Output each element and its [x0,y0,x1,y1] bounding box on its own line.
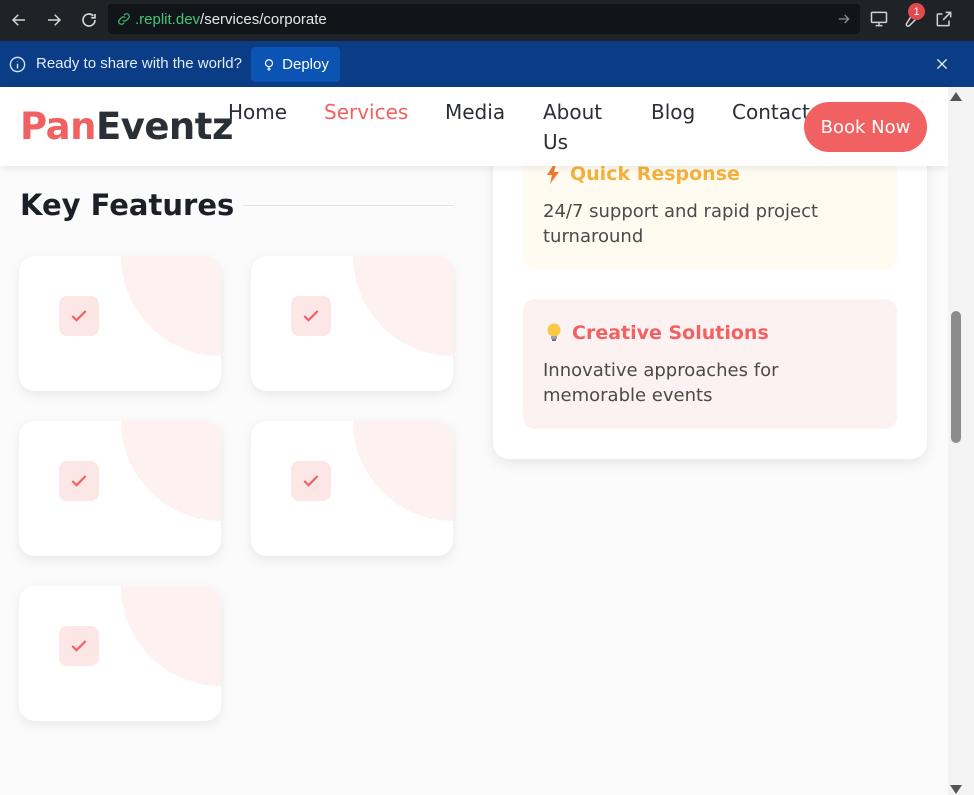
deploy-label: Deploy [282,56,329,73]
go-arrow-icon[interactable] [836,11,852,27]
nav-about-line1: About [543,100,603,124]
feature-description: 24/7 support and rapid project turnaroun… [543,201,819,247]
url-bar[interactable]: .replit.dev/services/corporate [108,4,860,34]
banner-message: Ready to share with the world? [36,55,242,72]
feature-title: Quick Response [570,163,740,185]
lightning-icon [547,164,559,184]
book-now-button[interactable]: Book Now [804,102,927,152]
key-feature-card [19,586,221,721]
nav-about-line2: Us [543,130,569,154]
scroll-up-icon[interactable] [950,92,962,101]
notification-badge: 1 [908,3,925,20]
page-content: Quick Response 24/7 support and rapid pr… [0,87,948,795]
feature-creative-solutions: Creative Solutions Innovative approaches… [523,299,897,429]
nav-media[interactable]: Media [445,97,505,127]
card-decoration [121,256,221,356]
nav-contact[interactable]: Contact [732,97,810,127]
check-icon [59,461,99,501]
url-path: /services/corporate [200,10,327,28]
card-decoration [121,421,221,521]
logo[interactable]: PanEventz [20,105,234,148]
nav-about-us[interactable]: About Us [543,97,602,157]
deploy-button[interactable]: Deploy [251,47,340,82]
key-feature-card [251,421,453,556]
feature-description: Innovative approaches for memorable even… [543,360,779,406]
logo-eventz: Eventz [95,105,234,148]
card-decoration [353,256,453,356]
check-icon [59,626,99,666]
check-icon [291,461,331,501]
reload-icon[interactable] [78,9,100,31]
key-feature-card [19,421,221,556]
section-divider [243,205,454,206]
deploy-banner: Ready to share with the world? Deploy [0,41,974,87]
nav-blog[interactable]: Blog [651,97,695,127]
card-decoration [353,421,453,521]
lightbulb-icon [547,323,561,341]
browser-toolbar: .replit.dev/services/corporate 1 [0,0,974,41]
info-icon [9,56,26,73]
key-feature-card [251,256,453,391]
link-icon [118,13,130,25]
logo-pan: Pan [20,105,96,148]
nav-services[interactable]: Services [324,97,408,127]
close-icon[interactable] [934,56,950,72]
card-decoration [121,586,221,686]
feature-creative-title-row: Creative Solutions [546,322,769,344]
key-features-title: Key Features [20,188,235,222]
scroll-down-icon[interactable] [950,785,962,794]
forward-icon[interactable] [43,9,65,31]
key-feature-card [19,256,221,391]
nav-home[interactable]: Home [228,97,287,127]
feature-title: Creative Solutions [572,322,769,344]
devices-icon[interactable] [869,9,889,29]
url-domain: .replit.dev [135,10,201,28]
deploy-icon [265,58,274,71]
check-icon [291,296,331,336]
back-icon[interactable] [8,9,30,31]
scrollbar-thumb[interactable] [951,311,961,443]
feature-quick-title-row: Quick Response [546,163,740,185]
site-header: PanEventz Home Services Media About Us B… [0,87,948,166]
check-icon [59,296,99,336]
external-link-icon[interactable] [934,9,954,29]
